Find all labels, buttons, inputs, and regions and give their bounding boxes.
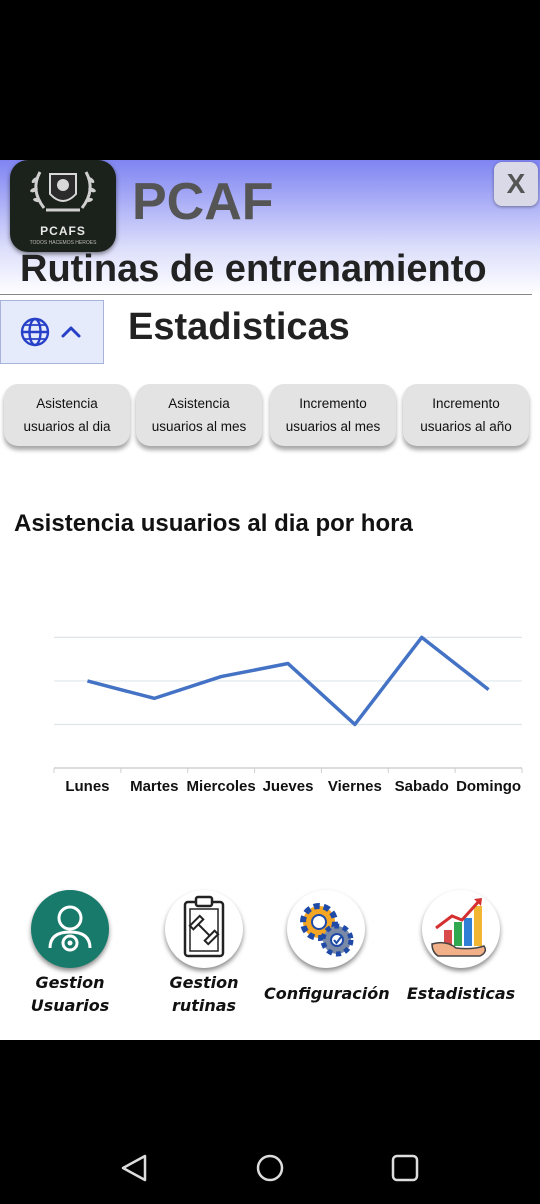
logo-subtext: TODOS HACEMOS HEROES	[29, 240, 97, 246]
nav-label-line2: Usuarios	[30, 996, 110, 1015]
tab-label-line1: Incremento	[432, 396, 500, 411]
nav-estadisticas[interactable]: Estadisticas	[406, 890, 516, 1005]
tab-label-line1: Asistencia	[168, 396, 230, 411]
tab-incremento-mes[interactable]: Incremento usuarios al mes	[270, 384, 396, 446]
app-screen: PCAFS TODOS HACEMOS HEROES PCAF X Rutina…	[0, 160, 540, 1040]
language-toggle-icons	[20, 317, 81, 347]
clipboard-dumbbell-icon	[183, 895, 225, 958]
x-tick-label: Jueves	[263, 778, 314, 795]
gears-icon	[300, 903, 354, 957]
line-chart: Lunes Martes Miercoles Jueves Viernes Sabado D…	[53, 635, 523, 795]
app-title: PCAF	[132, 173, 274, 231]
nav-icon-circle	[287, 890, 365, 968]
x-tick-label: Miercoles	[187, 778, 256, 795]
growth-chart-icon	[431, 898, 487, 957]
laurel-emblem-icon	[30, 171, 96, 212]
nav-icon-circle	[422, 890, 500, 968]
chevron-up-icon	[61, 326, 81, 338]
nav-label-line1: Estadisticas	[406, 984, 516, 1003]
logo-text: PCAFS	[40, 224, 86, 238]
divider	[0, 294, 532, 295]
x-tick-label: Domingo	[456, 778, 521, 795]
recents-icon	[391, 1154, 419, 1182]
globe-icon	[20, 317, 50, 347]
tab-label-line2: usuarios al mes	[285, 419, 381, 434]
nav-gestion-rutinas[interactable]: Gestion rutinas	[154, 890, 254, 1017]
home-icon	[256, 1154, 284, 1182]
nav-label-line1: Gestion	[169, 973, 239, 992]
logo: PCAFS TODOS HACEMOS HEROES	[10, 160, 116, 252]
tab-incremento-ano[interactable]: Incremento usuarios al año	[403, 384, 529, 446]
tab-asistencia-dia[interactable]: Asistencia usuarios al dia	[4, 384, 130, 446]
nav-configuracion[interactable]: Configuración	[264, 890, 390, 1005]
back-icon	[121, 1154, 147, 1182]
close-button[interactable]: X	[494, 162, 538, 206]
x-tick-label: Lunes	[65, 778, 109, 795]
system-navigation-bar	[121, 1154, 419, 1182]
language-button[interactable]	[0, 300, 104, 364]
nav-label-line2: rutinas	[171, 996, 237, 1015]
x-tick-label: Martes	[130, 778, 178, 795]
tab-label-line2: usuarios al año	[420, 419, 512, 434]
tab-label-line1: Asistencia	[36, 396, 98, 411]
tab-label-line1: Incremento	[299, 396, 367, 411]
x-tick-label: Viernes	[328, 778, 382, 795]
page-title: Rutinas de entrenamiento	[20, 248, 487, 290]
nav-label-line1: Configuración	[264, 984, 390, 1003]
chart-title: Asistencia usuarios al dia por hora	[14, 510, 413, 537]
tab-label-line2: usuarios al dia	[23, 419, 111, 434]
x-tick-label: Sabado	[395, 778, 449, 795]
tab-label-line2: usuarios al mes	[151, 419, 247, 434]
nav-icon-circle	[31, 890, 109, 968]
tab-asistencia-mes[interactable]: Asistencia usuarios al mes	[136, 384, 262, 446]
user-gear-icon	[48, 905, 92, 952]
nav-label-line1: Gestion	[35, 973, 105, 992]
nav-gestion-usuarios[interactable]: Gestion Usuarios	[20, 890, 120, 1017]
section-title: Estadisticas	[128, 306, 350, 348]
nav-icon-circle	[165, 890, 243, 968]
